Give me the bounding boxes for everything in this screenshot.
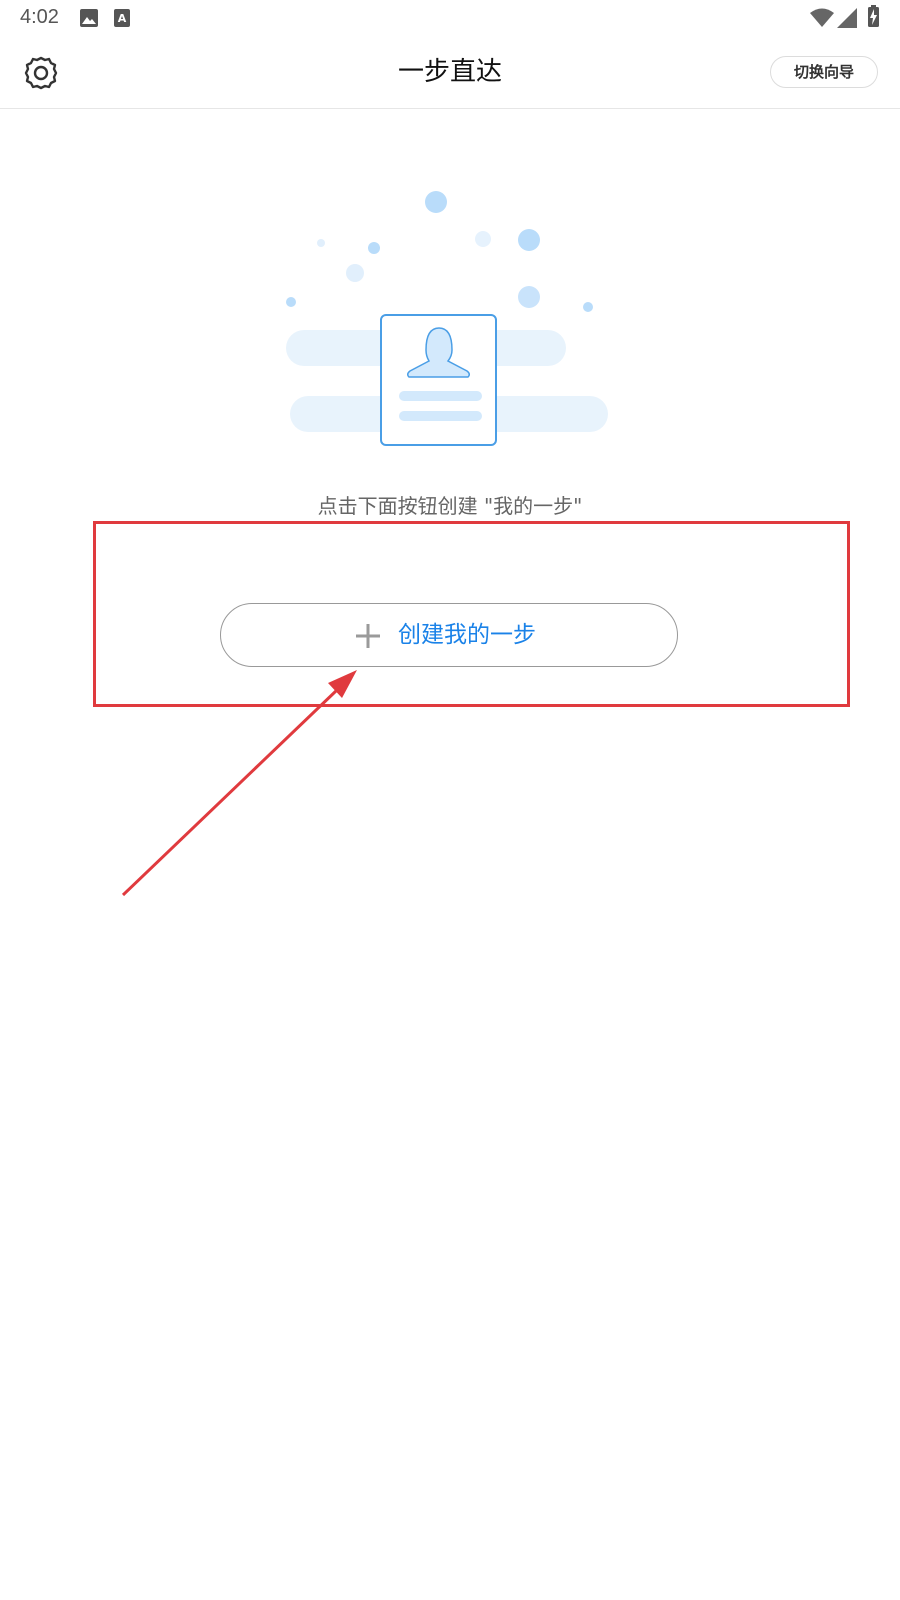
- switch-guide-button[interactable]: 切换向导: [770, 56, 878, 88]
- battery-charging-icon: [868, 5, 879, 27]
- gear-icon[interactable]: [22, 54, 60, 92]
- empty-state-hint: 点击下面按钮创建 "我的一步": [317, 494, 583, 518]
- text-a-icon: A: [114, 9, 130, 27]
- annotation-highlight-box: [93, 521, 850, 707]
- signal-icon: [837, 8, 857, 28]
- image-icon: [80, 9, 98, 27]
- svg-text:A: A: [118, 12, 127, 25]
- wifi-icon: [810, 8, 834, 27]
- id-card-illustration: [286, 191, 608, 446]
- status-bar: 4:02 A: [0, 0, 900, 36]
- page-title: 一步直达: [397, 57, 502, 87]
- status-time: 4:02: [20, 6, 59, 28]
- app-bar: 一步直达 切换向导: [0, 36, 900, 109]
